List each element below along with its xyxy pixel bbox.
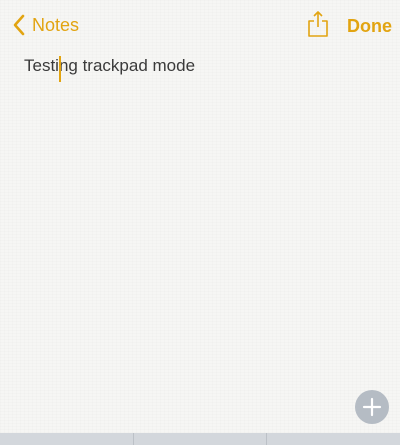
keyboard-key[interactable] [0, 433, 134, 445]
note-text[interactable]: Testing trackpad mode [24, 54, 376, 78]
back-button[interactable]: Notes [12, 13, 79, 37]
back-button-label: Notes [32, 15, 80, 35]
share-icon[interactable] [307, 10, 329, 38]
done-button[interactable]: Done [347, 14, 392, 38]
navigation-bar: Notes Done [0, 0, 400, 50]
add-button[interactable] [355, 390, 389, 424]
keyboard-top-edge [0, 433, 400, 445]
keyboard-key[interactable] [133, 433, 268, 445]
chevron-left-icon [13, 14, 25, 36]
plus-icon [362, 397, 382, 417]
text-cursor [59, 56, 61, 82]
keyboard-key[interactable] [267, 433, 400, 445]
